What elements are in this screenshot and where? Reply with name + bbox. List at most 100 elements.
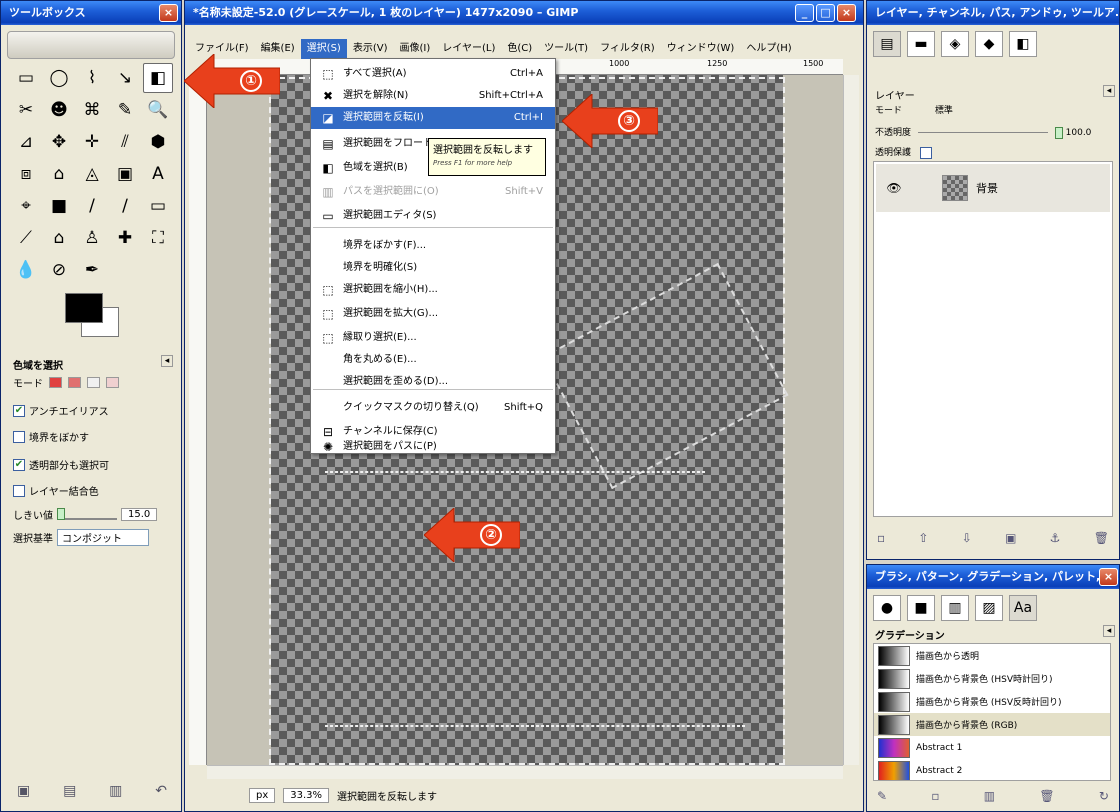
menu-item[interactable]: ウィンドウ(W) (661, 39, 741, 59)
layers-panel-menu-icon[interactable]: ◂ (1103, 85, 1115, 97)
tool-icon[interactable]: ✚ (110, 223, 140, 253)
antialias-row[interactable]: ✔ アンチエイリアス (13, 403, 109, 418)
toolbox-titlebar[interactable]: ツールボックス (1, 1, 181, 25)
mode-intersect-icon[interactable] (106, 377, 119, 388)
feather-checkbox[interactable] (13, 430, 25, 443)
layers-opacity-value[interactable]: 100.0 (1066, 128, 1092, 138)
tool-options-menu-icon[interactable]: ◂ (161, 355, 173, 367)
tool-icon[interactable]: ⌇ (77, 63, 107, 93)
tool-icon[interactable]: ⊘ (44, 255, 74, 285)
mode-add-icon[interactable] (68, 377, 81, 388)
dock-action-icon[interactable]: ⇧ (918, 531, 928, 545)
dock-action-icon[interactable]: 🗑 (1039, 789, 1054, 803)
minimize-button[interactable]: _ (795, 4, 814, 22)
tool-icon[interactable]: ◬ (77, 159, 107, 189)
select-menu-item[interactable]: ✖ 選択を解除(N) Shift+Ctrl+A (311, 85, 555, 107)
restore-options-icon[interactable]: ▤ (63, 783, 76, 799)
menu-item[interactable]: ヘルプ(H) (740, 39, 797, 59)
tool-icon[interactable]: A (143, 159, 173, 189)
menu-item[interactable]: レイヤー(L) (436, 39, 501, 59)
gradients-dock-close-button[interactable]: × (1099, 568, 1118, 586)
dock-action-icon[interactable]: ↻ (1099, 789, 1109, 803)
layers-opacity-slider[interactable] (917, 132, 1048, 133)
gradient-row[interactable]: 描画色から背景色 (HSV反時計回り) (874, 690, 1110, 713)
tool-icon[interactable]: ■ (44, 191, 74, 221)
dock-tab[interactable]: ◈ (941, 31, 969, 57)
transparent-row[interactable]: ✔ 透明部分も選択可 (13, 457, 109, 472)
dock-action-icon[interactable]: 🗑 (1094, 531, 1109, 545)
tool-icon[interactable]: ✛ (77, 127, 107, 157)
tool-icon[interactable]: ⊿ (11, 127, 41, 157)
tool-icon[interactable]: ⛶ (143, 223, 173, 253)
dock-action-icon[interactable]: ▥ (984, 789, 995, 803)
fg-bg-colors[interactable] (65, 293, 125, 341)
dock-action-icon[interactable]: ⚓ (1050, 531, 1061, 545)
dock-tab[interactable]: ▤ (873, 31, 901, 57)
mode-subtract-icon[interactable] (87, 377, 100, 388)
tool-icon[interactable]: ✂ (11, 95, 41, 125)
tool-icon[interactable]: ⌖ (11, 191, 41, 221)
tool-icon[interactable]: ◧ (143, 63, 173, 93)
select-menu-item[interactable]: ✺ 選択範囲をパスに(P) (311, 439, 555, 455)
vertical-scrollbar[interactable] (843, 75, 859, 765)
threshold-slider[interactable] (57, 507, 117, 520)
dock-tab[interactable]: ◆ (975, 31, 1003, 57)
threshold-value[interactable]: 15.0 (121, 508, 158, 521)
tool-icon[interactable]: ▭ (11, 63, 41, 93)
select-by-dropdown[interactable]: コンポジット (57, 529, 149, 546)
gradients-dock-titlebar[interactable]: ブラシ, パターン, グラデーション, パレット, フ... (867, 565, 1119, 589)
layers-opacity-handle[interactable] (1054, 126, 1063, 139)
maximize-button[interactable]: □ (816, 4, 835, 22)
dock-tab[interactable]: ▬ (907, 31, 935, 57)
tool-icon[interactable]: ✥ (44, 127, 74, 157)
layers-dock-titlebar[interactable]: レイヤー, チャンネル, パス, アンドゥ, ツールア... (867, 1, 1119, 25)
dock-tab[interactable]: ▨ (975, 595, 1003, 621)
toolbox-close-button[interactable]: × (159, 4, 178, 22)
select-menu-item[interactable]: クイックマスクの切り替え(Q) Shift+Q (311, 397, 555, 419)
gradients-panel-menu-icon[interactable]: ◂ (1103, 625, 1115, 637)
menu-item[interactable]: ツール(T) (538, 39, 594, 59)
select-menu-item[interactable]: ⬚ 選択範囲を拡大(G)... (311, 303, 555, 325)
tool-icon[interactable]: ▭ (143, 191, 173, 221)
tool-icon[interactable]: 🔍 (143, 95, 173, 125)
select-menu-item[interactable]: ▥ パスを選択範囲に(O) Shift+V (311, 181, 555, 203)
dock-action-icon[interactable]: ⇩ (962, 531, 972, 545)
sample-merged-checkbox[interactable] (13, 484, 25, 497)
feather-row[interactable]: 境界をぼかす (13, 429, 89, 444)
tool-icon[interactable]: ◯ (44, 63, 74, 93)
reset-options-icon[interactable]: ↶ (155, 783, 167, 799)
dock-tab[interactable]: ● (873, 595, 901, 621)
tool-icon[interactable]: ⌘ (77, 95, 107, 125)
menu-item[interactable]: 表示(V) (347, 39, 394, 59)
tool-icon[interactable]: ♙ (77, 223, 107, 253)
select-menu-item[interactable]: ⬚ 選択範囲を縮小(H)... (311, 279, 555, 301)
select-menu-item[interactable]: ▭ 選択範囲エディタ(S) (311, 205, 555, 227)
antialias-checkbox[interactable]: ✔ (13, 404, 25, 417)
dock-tab[interactable]: ◧ (1009, 31, 1037, 57)
tool-icon[interactable]: ⌂ (44, 159, 74, 189)
close-button[interactable]: × (837, 4, 856, 22)
dock-action-icon[interactable]: ▣ (1005, 531, 1016, 545)
select-menu-item[interactable]: 角を丸める(E)... (311, 349, 555, 371)
tool-icon[interactable]: ∕ (110, 191, 140, 221)
select-menu-item[interactable]: ◪ 選択範囲を反転(I) Ctrl+I (311, 107, 555, 129)
threshold-slider-handle[interactable] (57, 507, 65, 520)
vertical-ruler[interactable] (189, 75, 207, 765)
zoom-selector[interactable]: 33.3% (283, 787, 330, 803)
eye-icon[interactable]: 👁 (876, 181, 912, 195)
sample-merged-row[interactable]: レイヤー結合色 (13, 483, 99, 498)
dock-tab[interactable]: ■ (907, 595, 935, 621)
gradient-row[interactable]: 描画色から透明 (874, 644, 1110, 667)
dock-tab[interactable]: Aa (1009, 595, 1037, 621)
tool-icon[interactable]: ▣ (110, 159, 140, 189)
gradient-row[interactable]: Abstract 2 (874, 759, 1110, 780)
delete-options-icon[interactable]: ▥ (109, 783, 122, 799)
layers-lock-checkbox[interactable] (919, 146, 932, 159)
dock-action-icon[interactable]: ▫ (931, 789, 939, 803)
dock-action-icon[interactable]: ✎ (877, 789, 887, 803)
tool-icon[interactable]: ✒ (77, 255, 107, 285)
gradient-row[interactable]: Abstract 1 (874, 736, 1110, 759)
foreground-color-swatch[interactable] (65, 293, 103, 323)
tool-icon[interactable]: / (77, 191, 107, 221)
select-menu-item[interactable]: 境界を明確化(S) (311, 257, 555, 279)
